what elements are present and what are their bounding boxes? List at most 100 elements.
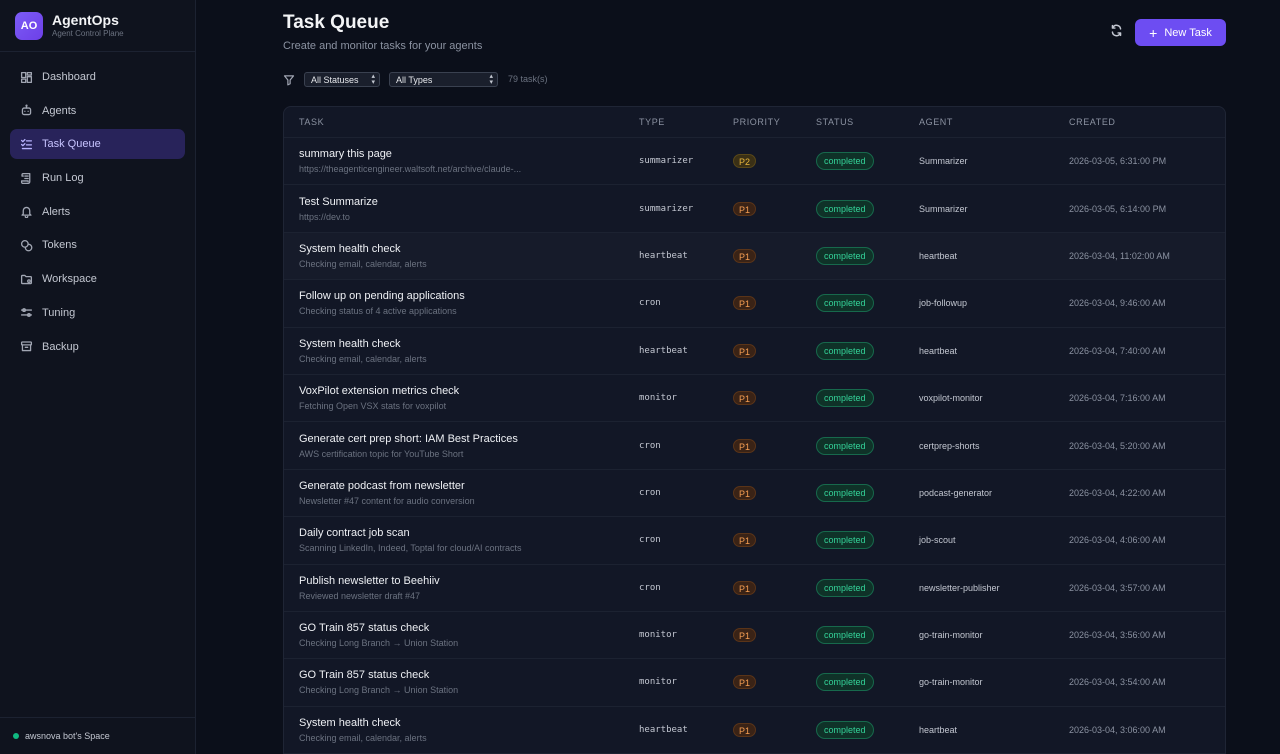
table-row[interactable]: GO Train 857 status check Checking Long B…	[284, 612, 1225, 660]
task-cell: Test Summarize https://dev.to	[299, 195, 559, 223]
table-row[interactable]: System health check Checking email, calen…	[284, 707, 1225, 754]
task-type: monitor	[639, 393, 677, 404]
status-filter-select[interactable]: All Statuses ▴ ▾	[304, 72, 380, 87]
sidebar-item-label: Workspace	[42, 273, 97, 286]
status-badge: completed	[816, 341, 874, 360]
bot-icon	[19, 104, 33, 118]
task-subtitle: Checking email, calendar, alerts	[299, 353, 427, 364]
agent-name: heartbeat	[919, 250, 958, 261]
table-body: summary this page https://theagenticengin…	[284, 138, 1225, 754]
sidebar-item-dashboard[interactable]: Dashboard	[10, 62, 185, 92]
task-subtitle: Fetching Open VSX stats for voxpilot	[299, 401, 447, 412]
new-task-button[interactable]: + New Task	[1135, 19, 1226, 46]
status-badge: completed	[816, 389, 874, 408]
page-title: Task Queue	[283, 12, 390, 33]
priority-badge: P1	[733, 533, 757, 548]
priority-badge: P1	[733, 675, 757, 690]
task-title: System health check	[299, 242, 401, 255]
table-row[interactable]: Daily contract job scan Scanning LinkedIn…	[284, 517, 1225, 565]
header-type[interactable]: TYPE	[639, 117, 665, 127]
table-row[interactable]: Generate cert prep short: IAM Best Pract…	[284, 422, 1225, 470]
created-timestamp: 2026-03-04, 9:46:00 AM	[1069, 298, 1166, 309]
status-badge: completed	[816, 626, 874, 645]
agent-name: go-train-monitor	[919, 630, 983, 641]
task-type: heartbeat	[639, 250, 688, 261]
task-cell: Daily contract job scan Scanning LinkedIn…	[299, 526, 559, 554]
table-row[interactable]: Generate podcast from newsletter Newslett…	[284, 470, 1225, 518]
task-title: Publish newsletter to Beehiiv	[299, 574, 440, 587]
bell-icon	[19, 205, 33, 219]
priority-badge: P1	[733, 438, 757, 453]
sidebar-item-workspace[interactable]: Workspace	[10, 264, 185, 294]
task-title: Follow up on pending applications	[299, 290, 465, 303]
list-checks-icon	[19, 137, 33, 151]
sidebar-item-label: Tuning	[42, 306, 76, 319]
status-dot	[13, 733, 19, 739]
brand: AO AgentOps Agent Control Plane	[0, 0, 195, 52]
priority-badge: P1	[733, 248, 757, 263]
brand-logo: AO	[15, 11, 43, 40]
sidebar-item-tuning[interactable]: Tuning	[10, 298, 185, 328]
type-filter-select[interactable]: All Types ▴ ▾	[389, 72, 498, 87]
status-badge: completed	[816, 294, 874, 313]
agent-name: newsletter-publisher	[919, 582, 1000, 593]
sidebar-item-tokens[interactable]: Tokens	[10, 230, 185, 260]
sidebar-item-agents[interactable]: Agents	[10, 96, 185, 126]
header-agent[interactable]: AGENT	[919, 117, 953, 127]
sidebar-item-label: Agents	[42, 104, 77, 117]
task-subtitle: Scanning LinkedIn, Indeed, Toptal for cl…	[299, 543, 522, 554]
task-title: System health check	[299, 337, 401, 350]
task-cell: System health check Checking email, calen…	[299, 337, 559, 365]
task-type: summarizer	[639, 203, 694, 214]
status-badge: completed	[816, 436, 874, 455]
status-badge: completed	[816, 720, 874, 739]
scroll-icon	[19, 171, 33, 185]
header-created[interactable]: CREATED	[1069, 117, 1116, 127]
table-row[interactable]: Publish newsletter to Beehiiv Reviewed ne…	[284, 565, 1225, 612]
priority-badge: P1	[733, 391, 757, 406]
task-subtitle: https://theagenticengineer.waltsoft.net/…	[299, 164, 522, 175]
refresh-button[interactable]	[1106, 23, 1126, 43]
table-row[interactable]: VoxPilot extension metrics check Fetching…	[284, 375, 1225, 423]
agent-name: go-train-monitor	[919, 677, 983, 688]
workspace-switcher[interactable]: awsnova bot's Space	[0, 717, 195, 754]
dashboard-icon	[19, 70, 33, 84]
task-type: cron	[639, 535, 661, 546]
created-timestamp: 2026-03-05, 6:31:00 PM	[1069, 156, 1167, 167]
refresh-icon	[1110, 24, 1123, 42]
table-row[interactable]: summary this page https://theagenticengin…	[284, 138, 1225, 186]
status-badge: completed	[816, 673, 874, 692]
agent-name: job-followup	[919, 298, 968, 309]
created-timestamp: 2026-03-04, 4:06:00 AM	[1069, 535, 1166, 546]
table-row[interactable]: System health check Checking email, calen…	[284, 232, 1225, 281]
sidebar-item-alerts[interactable]: Alerts	[10, 197, 185, 227]
sidebar-item-backup[interactable]: Backup	[10, 332, 185, 362]
created-timestamp: 2026-03-04, 7:16:00 AM	[1069, 393, 1166, 404]
header-task[interactable]: TASK	[299, 117, 324, 127]
brand-text: AgentOps Agent Control Plane	[52, 12, 124, 39]
table-row[interactable]: System health check Checking email, calen…	[284, 328, 1225, 375]
header-priority[interactable]: PRIORITY	[733, 117, 780, 127]
table-row[interactable]: Test Summarize https://dev.to summarizer P1…	[284, 185, 1225, 233]
task-cell: System health check Checking email, calen…	[299, 242, 559, 270]
task-title: GO Train 857 status check	[299, 622, 430, 635]
task-type: summarizer	[639, 156, 694, 167]
task-title: System health check	[299, 716, 401, 729]
table-row[interactable]: Follow up on pending applications Checkin…	[284, 280, 1225, 328]
created-timestamp: 2026-03-04, 3:56:00 AM	[1069, 630, 1166, 641]
sidebar-item-task-queue[interactable]: Task Queue	[10, 129, 185, 160]
status-badge: completed	[816, 246, 874, 265]
sidebar-item-run-log[interactable]: Run Log	[10, 163, 185, 193]
task-cell: Publish newsletter to Beehiiv Reviewed ne…	[299, 574, 559, 602]
sidebar-item-label: Run Log	[42, 172, 84, 185]
folder-icon	[19, 272, 33, 286]
created-timestamp: 2026-03-04, 3:57:00 AM	[1069, 582, 1166, 593]
table-row[interactable]: GO Train 857 status check Checking Long B…	[284, 659, 1225, 707]
status-badge: completed	[816, 531, 874, 550]
task-type: cron	[639, 298, 661, 309]
header-status[interactable]: STATUS	[816, 117, 854, 127]
status-badge: completed	[816, 199, 874, 218]
task-cell: GO Train 857 status check Checking Long B…	[299, 621, 559, 649]
task-title: Generate podcast from newsletter	[299, 479, 465, 492]
task-subtitle: Checking status of 4 active applications	[299, 306, 457, 317]
